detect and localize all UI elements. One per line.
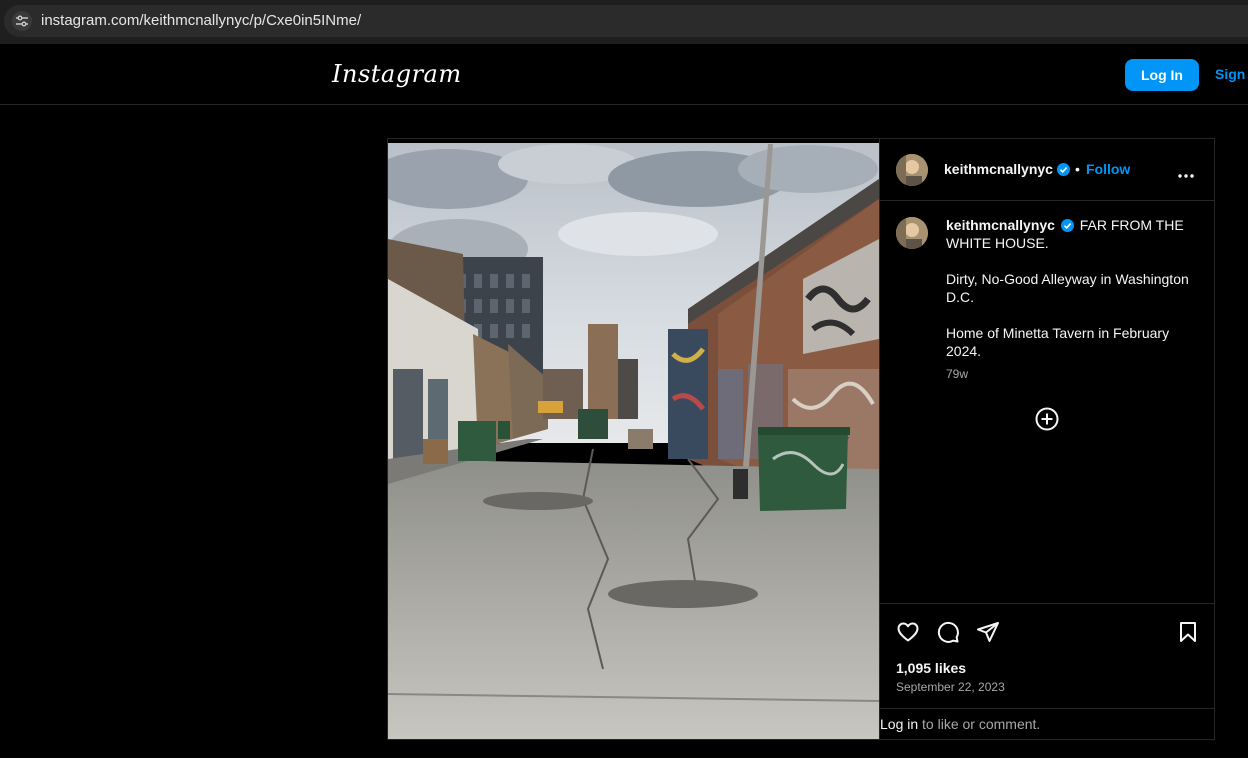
login-prompt-suffix: to like or comment. bbox=[918, 716, 1041, 732]
caption-text: keithmcnallynyc FAR FROM THE WHITE HOUSE… bbox=[946, 216, 1196, 360]
author-username[interactable]: keithmcnallynyc bbox=[944, 161, 1053, 177]
address-bar[interactable]: instagram.com/keithmcnallynyc/p/Cxe0in5I… bbox=[4, 5, 1248, 37]
tune-icon[interactable] bbox=[12, 11, 32, 31]
login-link[interactable]: Log in bbox=[880, 716, 918, 732]
post-image[interactable] bbox=[388, 139, 879, 739]
bookmark-icon[interactable] bbox=[1176, 620, 1200, 644]
caption-line-3: Home of Minetta Tavern in February 2024. bbox=[946, 325, 1170, 359]
instagram-logo[interactable]: Instagram bbox=[332, 60, 462, 88]
login-button[interactable]: Log In bbox=[1125, 59, 1199, 91]
post-date: September 22, 2023 bbox=[896, 680, 1005, 694]
caption-line-2: Dirty, No-Good Alleyway in Washington D.… bbox=[946, 271, 1189, 305]
post-card: keithmcnallynyc • Follow keithmcnallynyc… bbox=[387, 138, 1215, 740]
verified-badge-icon bbox=[1057, 163, 1070, 176]
follow-button[interactable]: Follow bbox=[1086, 161, 1130, 177]
post-header: keithmcnallynyc • Follow bbox=[880, 139, 1214, 201]
send-icon[interactable] bbox=[976, 620, 1000, 644]
caption-verified-icon bbox=[1060, 218, 1074, 232]
browser-toolbar: instagram.com/keithmcnallynyc/p/Cxe0in5I… bbox=[0, 0, 1248, 44]
post-sidebar: keithmcnallynyc • Follow keithmcnallynyc… bbox=[879, 139, 1214, 739]
instagram-header: Instagram Log In Sign bbox=[0, 44, 1248, 105]
likes-count[interactable]: 1,095 likes bbox=[896, 660, 966, 676]
url-text[interactable]: instagram.com/keithmcnallynyc/p/Cxe0in5I… bbox=[41, 12, 361, 29]
separator-dot: • bbox=[1075, 161, 1080, 177]
caption-section: keithmcnallynyc FAR FROM THE WHITE HOUSE… bbox=[880, 201, 1214, 603]
heart-icon[interactable] bbox=[896, 620, 920, 644]
post-time-ago[interactable]: 79w bbox=[946, 367, 968, 381]
caption-username[interactable]: keithmcnallynyc bbox=[946, 217, 1055, 233]
post-actions: 1,095 likes September 22, 2023 bbox=[880, 603, 1214, 709]
signup-link[interactable]: Sign bbox=[1215, 66, 1245, 82]
comment-icon[interactable] bbox=[936, 620, 960, 644]
plus-circle-icon[interactable] bbox=[1035, 407, 1059, 431]
more-horizontal-icon[interactable] bbox=[1176, 166, 1196, 178]
login-prompt-text: Log in to like or comment. bbox=[880, 716, 1040, 732]
login-prompt: Log in to like or comment. bbox=[880, 708, 1214, 740]
author-avatar[interactable] bbox=[896, 154, 928, 186]
caption-avatar[interactable] bbox=[896, 217, 928, 249]
